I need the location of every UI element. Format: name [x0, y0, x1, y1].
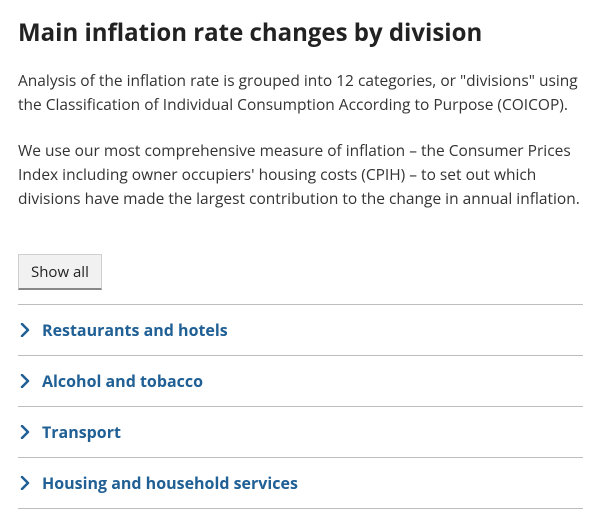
accordion-item-alcohol-tobacco[interactable]: Alcohol and tobacco: [18, 355, 583, 406]
accordion-item-label: Restaurants and hotels: [42, 319, 228, 341]
chevron-right-icon: [20, 323, 30, 337]
accordion-item-restaurants-hotels[interactable]: Restaurants and hotels: [18, 304, 583, 355]
chevron-right-icon: [20, 476, 30, 490]
intro-paragraph-2: We use our most comprehensive measure of…: [18, 138, 583, 210]
intro-paragraph-1: Analysis of the inflation rate is groupe…: [18, 68, 583, 116]
accordion-item-label: Alcohol and tobacco: [42, 370, 203, 392]
accordion: Restaurants and hotels Alcohol and tobac…: [18, 304, 583, 509]
accordion-item-transport[interactable]: Transport: [18, 406, 583, 457]
section-heading: Main inflation rate changes by division: [18, 18, 583, 48]
chevron-right-icon: [20, 425, 30, 439]
show-all-button[interactable]: Show all: [18, 254, 102, 290]
accordion-item-label: Transport: [42, 421, 121, 443]
chevron-right-icon: [20, 374, 30, 388]
accordion-item-housing-household[interactable]: Housing and household services: [18, 457, 583, 509]
accordion-item-label: Housing and household services: [42, 472, 298, 494]
